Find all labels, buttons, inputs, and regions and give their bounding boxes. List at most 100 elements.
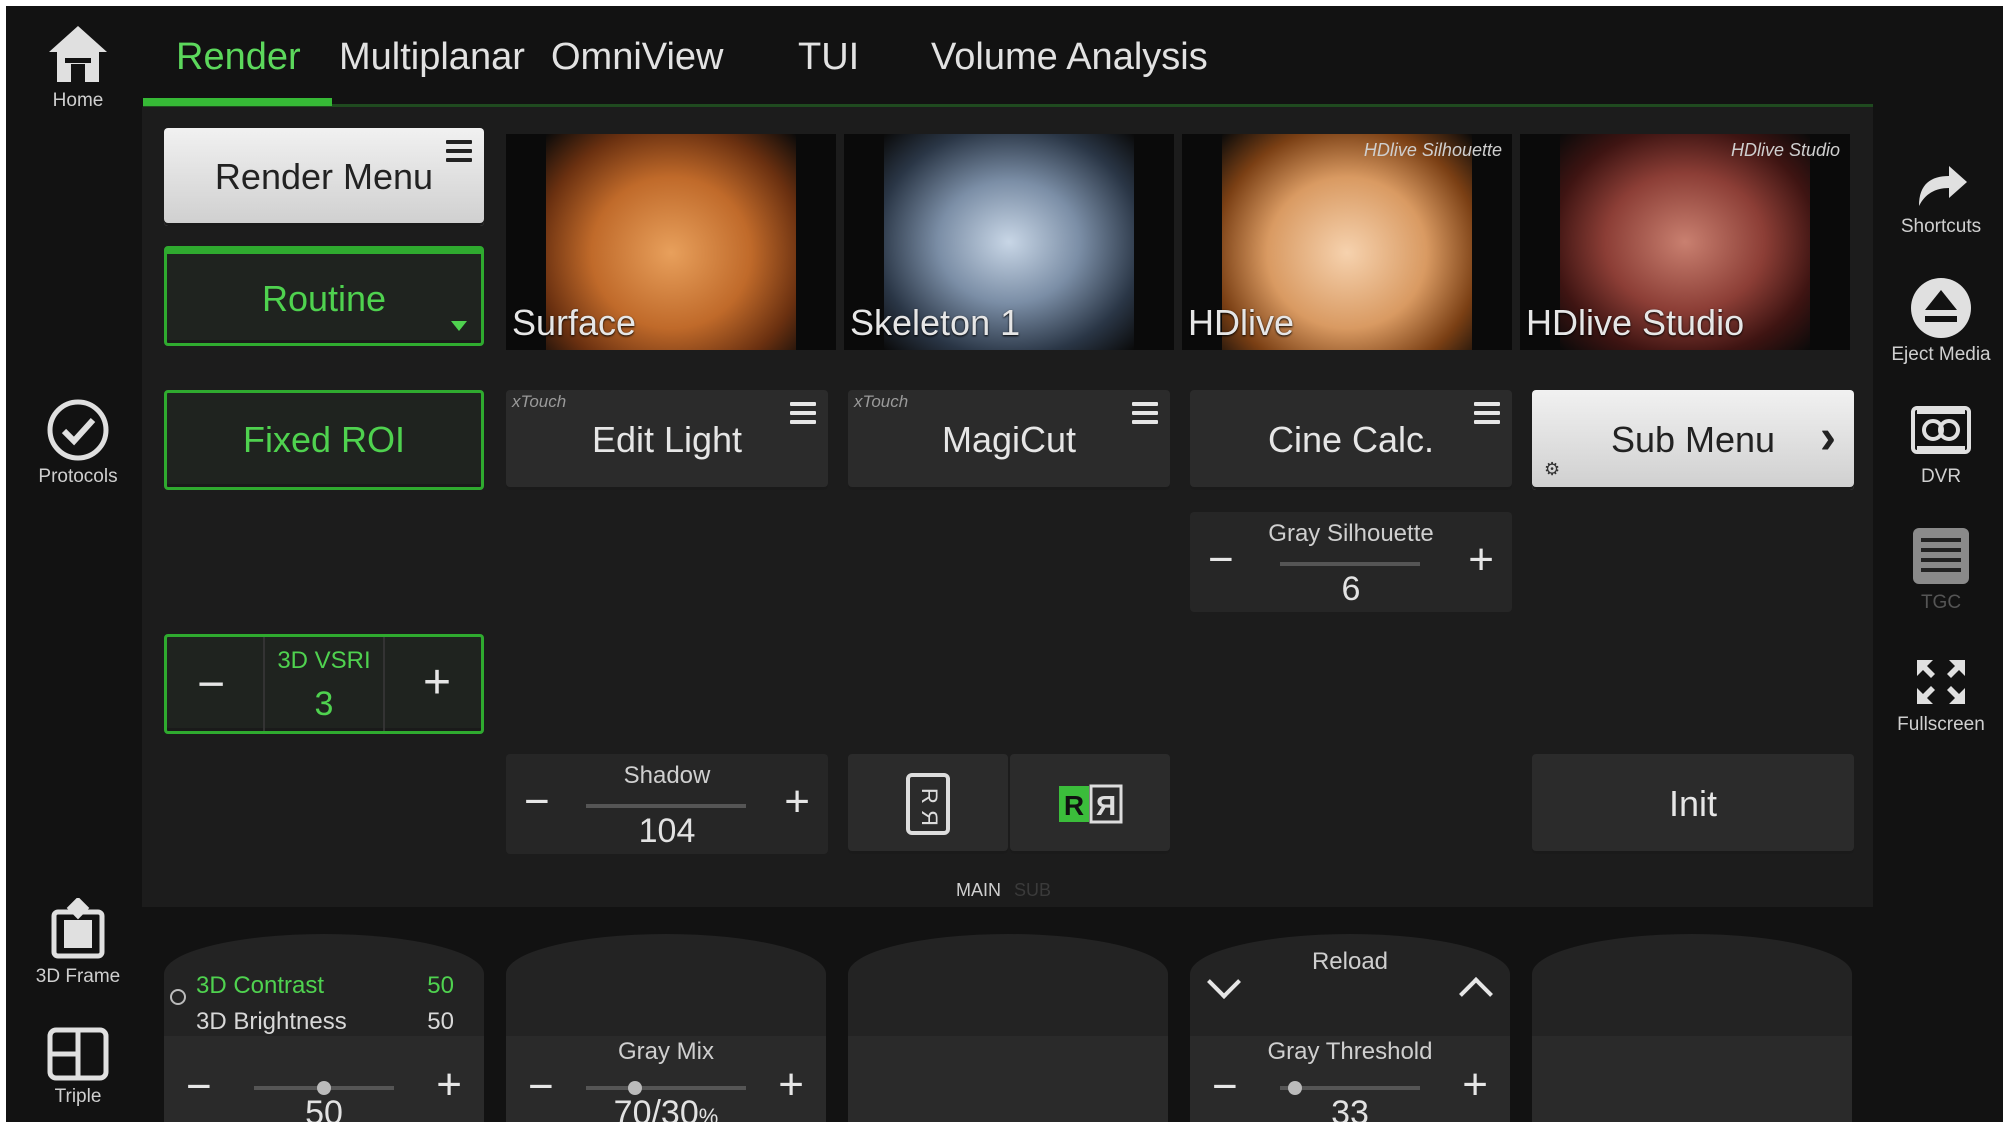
cine-calc-button[interactable]: Cine Calc. bbox=[1190, 390, 1512, 490]
brightness-label: 3D Brightness bbox=[196, 1008, 347, 1035]
3d-frame-label: 3D Frame bbox=[35, 966, 121, 987]
gray-mix-value: 70/30 bbox=[613, 1094, 699, 1122]
film-reel-icon bbox=[1911, 406, 1971, 454]
routine-label: Routine bbox=[261, 277, 387, 319]
fixed-roi-label: Fixed ROI bbox=[242, 419, 406, 460]
protocols-label: Protocols bbox=[38, 466, 118, 487]
tab-volume-analysis[interactable]: Volume Analysis bbox=[931, 36, 1208, 79]
radio-icon bbox=[170, 989, 186, 1005]
preset-thumbnail-hdlive-studio[interactable]: HDlive Studio HDlive Studio bbox=[1520, 134, 1850, 350]
eject-media-button[interactable]: Eject Media bbox=[1876, 276, 2003, 366]
eject-icon bbox=[1911, 278, 1971, 338]
reload-label[interactable]: Reload bbox=[1190, 948, 1510, 976]
fixed-roi-button[interactable]: Fixed ROI bbox=[164, 390, 484, 490]
dial-gray-threshold[interactable]: Reload Gray Threshold − + 33 bbox=[1190, 934, 1510, 1122]
flip-orientation-button[interactable]: R Я bbox=[1010, 754, 1170, 854]
fullscreen-button[interactable]: Fullscreen bbox=[1876, 654, 2003, 736]
settings-gears-icon: ⚙ bbox=[1544, 459, 1561, 479]
dvr-button[interactable]: DVR bbox=[1876, 402, 2003, 488]
hamburger-icon bbox=[1132, 402, 1158, 429]
dial-contrast-brightness[interactable]: 3D Contrast 50 3D Brightness 50 − + 50 bbox=[164, 934, 484, 1122]
home-icon bbox=[49, 26, 107, 82]
sub-menu-button[interactable]: ⚙ Sub Menu › bbox=[1532, 390, 1854, 490]
thumbnail-label: Surface bbox=[512, 302, 637, 343]
tgc-sliders-icon bbox=[1913, 528, 1969, 584]
dial-lower bbox=[848, 1036, 1168, 1122]
triple-button[interactable]: Triple bbox=[18, 1026, 138, 1108]
slider-knob[interactable] bbox=[628, 1081, 642, 1095]
thumbnail-label: HDlive Studio bbox=[1526, 302, 1745, 343]
init-button[interactable]: Init bbox=[1532, 754, 1854, 854]
hdlive-studio-tag: HDlive Studio bbox=[1730, 140, 1840, 160]
magicut-label: MagiCut bbox=[941, 419, 1077, 460]
protocols-button[interactable]: Protocols bbox=[18, 398, 138, 488]
page-sub: SUB bbox=[1014, 880, 1052, 900]
thumbnail-label: HDlive bbox=[1188, 302, 1295, 343]
dial-gray-mix[interactable]: Gray Mix − + 70/30% bbox=[506, 934, 826, 1122]
increase-button[interactable]: + bbox=[423, 655, 451, 710]
tgc-label: TGC bbox=[1920, 592, 1962, 613]
tab-render[interactable]: Render bbox=[176, 36, 301, 79]
rotate-orientation-button[interactable]: R Я bbox=[848, 754, 1008, 854]
dial-empty-5[interactable] bbox=[1532, 934, 1852, 1122]
hamburger-icon bbox=[1474, 402, 1500, 429]
slider-track[interactable] bbox=[586, 804, 746, 808]
triple-layout-icon bbox=[47, 1027, 109, 1081]
eject-media-label: Eject Media bbox=[1891, 344, 1991, 365]
shadow-control[interactable]: Shadow − + 104 bbox=[506, 754, 828, 854]
rotated-r-icon: R Я bbox=[906, 773, 950, 835]
hdlive-silhouette-tag: HDlive Silhouette bbox=[1363, 140, 1502, 160]
triple-label: Triple bbox=[54, 1086, 102, 1107]
render-menu-button[interactable]: Render Menu bbox=[164, 128, 484, 226]
cine-calc-label: Cine Calc. bbox=[1267, 419, 1435, 460]
routine-dropdown[interactable]: Routine bbox=[164, 246, 484, 346]
active-tab-indicator bbox=[143, 98, 332, 106]
svg-text:Я: Я bbox=[1096, 790, 1116, 821]
preset-thumbnail-surface[interactable]: Surface bbox=[506, 134, 836, 350]
preset-thumbnail-hdlive[interactable]: HDlive Silhouette HDlive bbox=[1182, 134, 1512, 350]
slider-knob[interactable] bbox=[317, 1081, 331, 1095]
svg-text:Я: Я bbox=[917, 810, 942, 826]
dvr-label: DVR bbox=[1920, 466, 1962, 487]
3d-frame-button[interactable]: 3D Frame bbox=[18, 898, 138, 988]
dial-lower bbox=[1532, 1036, 1852, 1122]
xtouch-badge: xTouch bbox=[854, 392, 909, 411]
tab-tui[interactable]: TUI bbox=[798, 36, 859, 79]
magicut-button[interactable]: xTouch MagiCut bbox=[848, 390, 1170, 490]
slider-knob[interactable] bbox=[1288, 1081, 1302, 1095]
gray-mix-value-wrap: 70/30% bbox=[506, 1094, 826, 1122]
dial-empty-3[interactable] bbox=[848, 934, 1168, 1122]
init-label: Init bbox=[1668, 783, 1718, 824]
edit-light-label: Edit Light bbox=[591, 419, 743, 460]
shadow-label: Shadow bbox=[623, 762, 711, 789]
home-label: Home bbox=[52, 90, 104, 111]
page-indicator: MAIN SUB bbox=[956, 880, 1051, 901]
flip-r-icon: R Я bbox=[1059, 784, 1123, 824]
slider-track[interactable] bbox=[1280, 562, 1420, 566]
dial1-value: 50 bbox=[305, 1094, 343, 1122]
gray-silhouette-control[interactable]: Gray Silhouette − + 6 bbox=[1190, 512, 1512, 612]
home-button[interactable]: Home bbox=[18, 22, 138, 112]
gray-threshold-value: 33 bbox=[1331, 1094, 1369, 1122]
tab-multiplanar[interactable]: Multiplanar bbox=[339, 36, 525, 79]
checkmark-circle-icon bbox=[47, 399, 109, 461]
xtouch-badge: xTouch bbox=[512, 392, 567, 411]
ultrasound-touch-panel: Home Protocols 3D Frame Triple Render Mu… bbox=[6, 6, 2003, 1122]
chevron-up-icon[interactable] bbox=[1459, 977, 1493, 1011]
edit-light-button[interactable]: xTouch Edit Light bbox=[506, 390, 828, 490]
gray-silhouette-value: 6 bbox=[1341, 570, 1361, 608]
hamburger-icon bbox=[790, 402, 816, 429]
shortcuts-button[interactable]: Shortcuts bbox=[1876, 154, 2003, 238]
shadow-value: 104 bbox=[638, 812, 696, 850]
preset-thumbnail-skeleton[interactable]: Skeleton 1 bbox=[844, 134, 1174, 350]
shortcuts-label: Shortcuts bbox=[1900, 216, 1982, 237]
curved-arrow-icon bbox=[1919, 166, 1967, 206]
tab-omniview[interactable]: OmniView bbox=[551, 36, 723, 79]
vsri-control[interactable]: − 3D VSRI 3 + bbox=[164, 634, 484, 734]
slider-track[interactable] bbox=[586, 1086, 746, 1090]
gray-mix-unit: % bbox=[698, 1104, 719, 1122]
page-main: MAIN bbox=[956, 880, 1001, 900]
divider bbox=[383, 637, 385, 731]
svg-text:R: R bbox=[1064, 790, 1084, 821]
3d-frame-icon bbox=[51, 898, 105, 959]
